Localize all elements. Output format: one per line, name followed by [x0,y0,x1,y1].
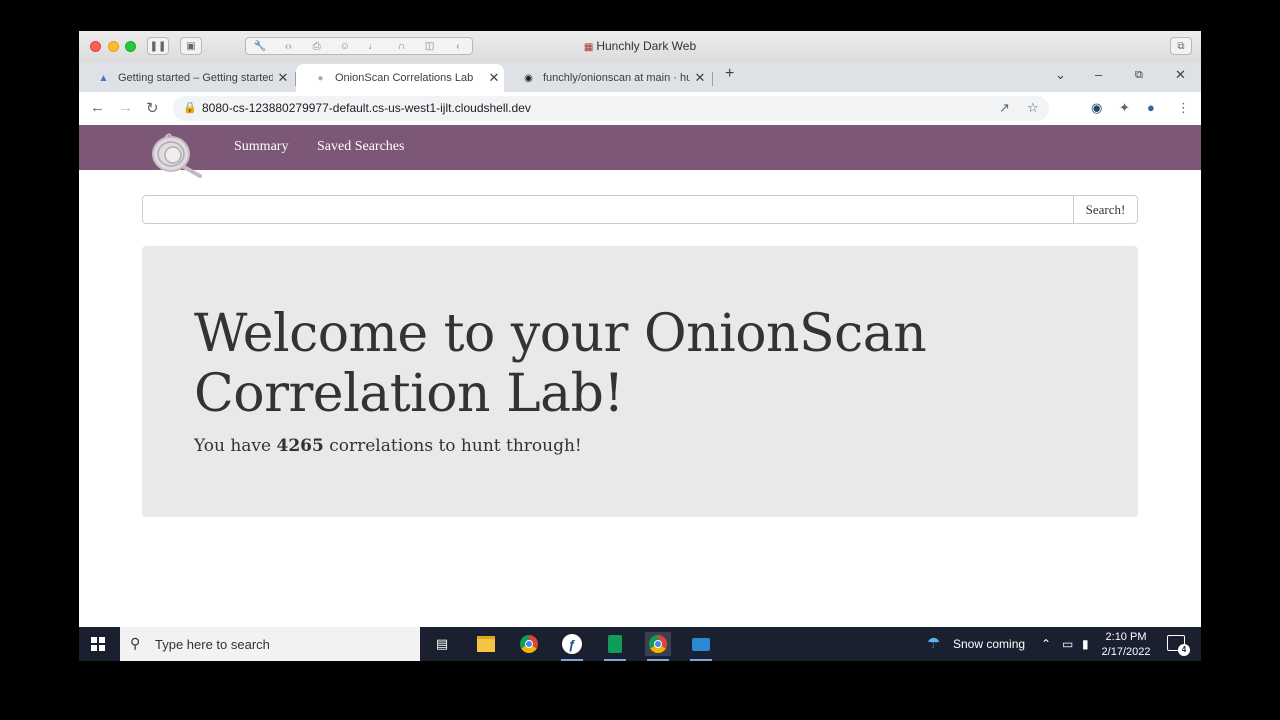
restore-icon[interactable]: ⧉ [1135,69,1143,82]
onionscan-logo[interactable] [147,130,203,178]
hunchly-extension-icon[interactable]: ◉ [1091,100,1102,116]
hunchly-icon: ▦ [583,42,594,53]
correlation-count: 4265 [276,436,324,456]
screen: ❚❚ ▣ 🔧 ‹› ⎙ ☺ ♩ ∩ ◫ ‹ ▦ Hunchly Dark Web … [79,31,1201,661]
nav-summary-link[interactable]: Summary [234,139,288,155]
address-bar[interactable]: 🔒 8080-cs-123880279977-default.cs-us-wes… [173,96,1049,121]
chrome-active-icon[interactable] [645,632,671,661]
sheets-icon[interactable] [602,632,628,661]
close-icon[interactable]: ✕ [1175,67,1186,83]
tab-getting-started[interactable]: ▲ Getting started – Getting started ✕ [79,64,293,92]
hunchly-app-icon[interactable]: ƒ [559,632,585,661]
mac-title-bar: ❚❚ ▣ 🔧 ‹› ⎙ ☺ ♩ ∩ ◫ ‹ ▦ Hunchly Dark Web … [79,31,1201,63]
tab-strip: ▲ Getting started – Getting started ✕ ● … [79,62,1201,92]
taskbar-search-box[interactable]: ⚲ Type here to search [120,627,420,661]
battery-icon[interactable]: ▮ [1082,637,1089,651]
minimize-icon[interactable]: – [1095,67,1102,82]
lock-icon: 🔒 [183,102,197,114]
search-input[interactable] [142,195,1073,224]
reload-icon[interactable]: ↻ [146,99,159,117]
graduation-cap-icon: ▲ [98,72,109,84]
weather-text[interactable]: Snow coming [953,637,1025,651]
welcome-jumbotron: Welcome to your OnionScan Correlation La… [142,246,1138,517]
remote-desktop-icon[interactable] [688,632,714,661]
tab-search-icon[interactable]: ⌄ [1055,67,1066,83]
forward-icon[interactable]: → [118,99,133,116]
restore-window-icon[interactable]: ⧉ [1170,37,1192,55]
file-explorer-icon[interactable] [473,632,499,656]
notification-center-icon[interactable]: 4 [1167,635,1190,656]
share-icon[interactable]: ↗ [999,100,1010,116]
task-view-icon[interactable]: ▤ [429,632,455,656]
chrome-icon[interactable] [516,632,542,656]
weather-umbrella-icon[interactable]: ☂ [927,634,940,652]
site-navbar: Summary Saved Searches [79,125,1201,178]
network-icon[interactable]: ▭ [1062,637,1073,651]
close-tab-icon[interactable]: ✕ [273,70,293,86]
back-icon[interactable]: ← [90,99,105,116]
search-button[interactable]: Search! [1073,195,1138,224]
close-tab-icon[interactable]: ✕ [690,70,710,86]
github-icon: ◉ [524,72,533,84]
tray-chevron-up-icon[interactable]: ⌃ [1041,637,1051,651]
welcome-heading: Welcome to your OnionScan Correlation La… [194,304,927,424]
nav-saved-searches-link[interactable]: Saved Searches [317,139,404,155]
bookmark-star-icon[interactable]: ☆ [1027,100,1039,116]
browser-toolbar: ← → ↻ 🔒 8080-cs-123880279977-default.cs-… [79,92,1201,126]
windows-taskbar: ⚲ Type here to search ▤ ƒ ☂ Snow coming … [79,627,1201,661]
new-tab-icon[interactable]: + [725,65,734,83]
system-clock[interactable]: 2:10 PM 2/17/2022 [1101,630,1151,660]
url-text[interactable]: 8080-cs-123880279977-default.cs-us-west1… [202,101,531,115]
search-icon: ⚲ [130,635,141,651]
tab-onionscan[interactable]: ● OnionScan Correlations Lab ✕ [296,64,504,92]
extensions-puzzle-icon[interactable]: ✦ [1119,100,1130,116]
close-tab-icon[interactable]: ✕ [484,70,504,86]
correlation-summary: You have 4265 correlations to hunt throu… [194,436,582,456]
onion-icon: ● [317,72,324,84]
menu-kebab-icon[interactable]: ⋮ [1177,100,1190,116]
window-title: ▦ Hunchly Dark Web [583,39,697,53]
profile-icon[interactable]: ● [1147,100,1155,115]
tab-github[interactable]: ◉ funchly/onionscan at main · hunchly ✕ [504,64,710,92]
windows-start-icon[interactable] [91,637,105,651]
